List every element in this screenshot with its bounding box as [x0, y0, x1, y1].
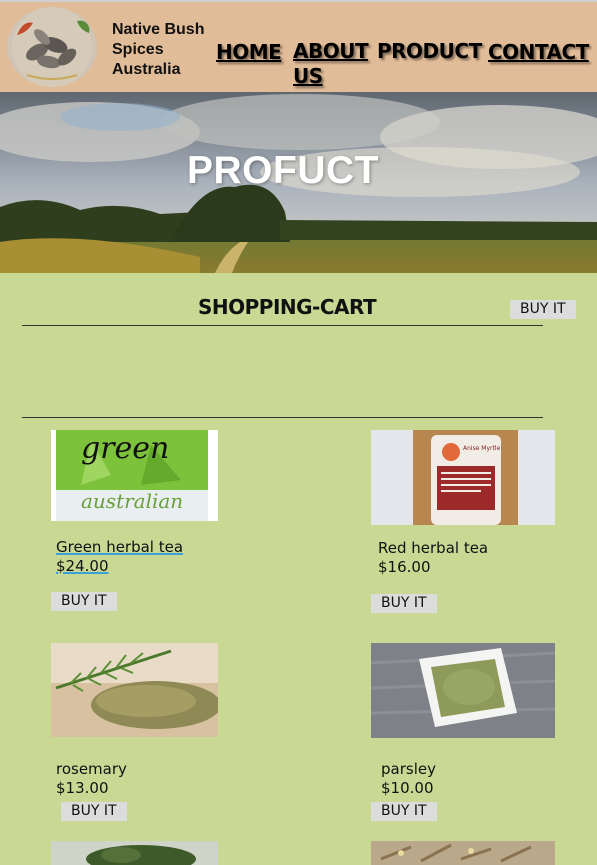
product-image-red-tea[interactable]: Anise Myrtle — [371, 430, 555, 525]
nav-contact[interactable]: CONTACT — [488, 40, 589, 64]
product-image-next-left[interactable] — [51, 841, 218, 865]
brand-line-1: Native Bush — [112, 21, 205, 38]
buy-button-red-tea[interactable]: BUY IT — [371, 594, 437, 613]
buy-button-parsley[interactable]: BUY IT — [371, 802, 437, 821]
hero-banner: PROFUCT — [0, 92, 597, 273]
brand-line-2: Spices — [112, 41, 164, 58]
product-name: Red herbal tea — [378, 539, 489, 557]
product-price: $13.00 — [56, 779, 109, 797]
product-image-green-tea[interactable]: green australian — [51, 430, 218, 521]
brand-name: Native Bush Spices Australia — [112, 20, 222, 80]
nav-product[interactable]: PRODUCT — [377, 39, 482, 63]
site-header: Native Bush Spices Australia HOME ABOUT … — [0, 0, 597, 92]
cart-divider-top — [22, 325, 543, 326]
product-name: parsley — [381, 760, 436, 778]
product-price: $10.00 — [381, 779, 434, 797]
product-image-rosemary[interactable] — [51, 643, 218, 737]
buy-button-rosemary[interactable]: BUY IT — [61, 802, 127, 821]
buy-button-green-tea[interactable]: BUY IT — [51, 592, 117, 611]
brand-line-3: Australia — [112, 61, 181, 78]
brand-logo[interactable] — [7, 7, 97, 87]
shopping-cart-title: SHOPPING-CART — [198, 295, 377, 319]
svg-text:green: green — [81, 431, 169, 466]
product-name: rosemary — [56, 760, 127, 778]
svg-text:Anise Myrtle: Anise Myrtle — [463, 445, 501, 452]
nav-home[interactable]: HOME — [216, 40, 282, 64]
nav-about-us[interactable]: ABOUT US — [293, 39, 373, 89]
product-price: $16.00 — [378, 558, 431, 576]
cart-divider-bottom — [22, 417, 543, 418]
svg-text:australian: australian — [81, 489, 183, 513]
product-name[interactable]: Green herbal tea — [56, 538, 183, 556]
product-image-parsley[interactable] — [371, 643, 555, 738]
cart-buy-button[interactable]: BUY IT — [510, 300, 576, 319]
product-image-next-right[interactable] — [371, 841, 555, 865]
product-price[interactable]: $24.00 — [56, 557, 109, 575]
hero-title: PROFUCT — [187, 149, 379, 192]
